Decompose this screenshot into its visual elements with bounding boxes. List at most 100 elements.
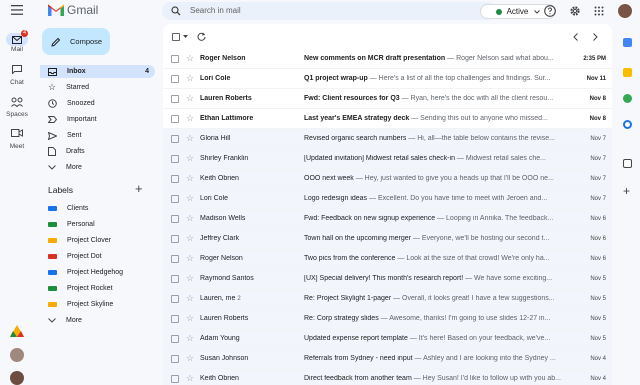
gear-icon[interactable] [569, 5, 581, 17]
label-item[interactable]: Project Skyline [40, 298, 155, 311]
star-icon[interactable]: ☆ [186, 373, 194, 384]
nav-item-snoozed[interactable]: Snoozed [40, 97, 155, 110]
nav-item-starred[interactable]: ☆ Starred [40, 81, 155, 94]
email-date: Nov 4 [590, 355, 606, 362]
row-checkbox[interactable] [171, 234, 179, 243]
row-checkbox[interactable] [171, 134, 179, 143]
row-checkbox[interactable] [171, 154, 179, 163]
star-icon[interactable]: ☆ [186, 273, 194, 284]
keep-icon[interactable] [623, 68, 632, 77]
star-icon[interactable]: ☆ [186, 93, 194, 104]
star-icon[interactable]: ☆ [186, 173, 194, 184]
nav-item-more[interactable]: More [40, 161, 155, 174]
star-icon[interactable]: ☆ [186, 53, 194, 64]
rail-chat[interactable]: Chat [0, 65, 34, 86]
label-item[interactable]: Personal [40, 218, 155, 231]
refresh-icon[interactable] [197, 32, 206, 41]
nav-label: Sent [67, 132, 82, 139]
table-row[interactable]: ☆ Roger Nelson Two pics from the conferenc… [163, 249, 612, 269]
table-row[interactable]: ☆ Keith Obrien OOO next week — Hey, just w… [163, 169, 612, 189]
star-icon[interactable]: ☆ [186, 353, 194, 364]
avatar [10, 371, 24, 385]
user-avatar-rail[interactable] [0, 348, 34, 362]
label-item[interactable]: Project Hedgehog [40, 266, 155, 279]
rail-mail[interactable]: 4 Mail [0, 30, 34, 53]
star-icon[interactable]: ☆ [186, 73, 194, 84]
table-row[interactable]: ☆ Lori Cole Logo redesign ideas — Excellen… [163, 189, 612, 209]
label-item[interactable]: Project Dot [40, 250, 155, 263]
row-checkbox[interactable] [171, 274, 179, 283]
table-row[interactable]: ☆ Jeffrey Clark Town hall on the upcoming … [163, 229, 612, 249]
search-bar[interactable]: Search in mail [162, 2, 496, 20]
star-icon[interactable]: ☆ [186, 233, 194, 244]
rail-meet[interactable]: Meet [0, 129, 34, 150]
phone-icon[interactable] [623, 94, 632, 103]
select-all-checkbox[interactable] [172, 33, 180, 41]
label-item[interactable]: Project Clover [40, 234, 155, 247]
row-checkbox[interactable] [171, 194, 179, 203]
row-checkbox[interactable] [171, 94, 179, 103]
table-row[interactable]: ☆ Lori Cole Q1 project wrap-up — Here's a … [163, 69, 612, 89]
search-input[interactable]: Search in mail [190, 6, 241, 15]
star-icon[interactable]: ☆ [186, 333, 194, 344]
table-row[interactable]: ☆ Madison Wells Fwd: Feedback on new signu… [163, 209, 612, 229]
label-item[interactable]: Project Rocket [40, 282, 155, 295]
row-checkbox[interactable] [171, 54, 179, 63]
apps-grid-icon[interactable] [594, 6, 604, 16]
row-checkbox[interactable] [171, 314, 179, 323]
workspace-logo[interactable] [0, 325, 34, 339]
row-checkbox[interactable] [171, 214, 179, 223]
calendar-icon[interactable] [623, 38, 632, 47]
addons-icon[interactable] [623, 159, 632, 168]
add-label-button[interactable]: + [135, 181, 143, 196]
tasks-icon[interactable] [623, 120, 632, 129]
star-icon[interactable]: ☆ [186, 153, 194, 164]
row-checkbox[interactable] [171, 334, 179, 343]
chevron-left-icon[interactable] [573, 33, 578, 41]
mail-icon: 4 [6, 30, 28, 46]
table-row[interactable]: ☆ Keith Obrien Direct feedback from anothe… [163, 369, 612, 385]
star-icon[interactable]: ☆ [186, 293, 194, 304]
table-row[interactable]: ☆ Shirley Franklin [Updated invitation] Mi… [163, 149, 612, 169]
table-row[interactable]: ☆ Adam Young Updated expense report templa… [163, 329, 612, 349]
chevron-right-icon[interactable] [593, 33, 598, 41]
table-row[interactable]: ☆ Ethan Lattimore Last year's EMEA strateg… [163, 109, 612, 129]
table-row[interactable]: ☆ Roger Nelson New comments on MCR draft p… [163, 49, 612, 69]
row-checkbox[interactable] [171, 74, 179, 83]
row-checkbox[interactable] [171, 174, 179, 183]
row-checkbox[interactable] [171, 254, 179, 263]
row-checkbox[interactable] [171, 374, 179, 383]
nav-item-important[interactable]: Important [40, 113, 155, 126]
spaces-icon [7, 97, 27, 111]
row-checkbox[interactable] [171, 354, 179, 363]
star-icon[interactable]: ☆ [186, 193, 194, 204]
star-icon[interactable]: ☆ [186, 133, 194, 144]
user-avatar-rail-2[interactable] [0, 371, 34, 385]
chevron-down-icon[interactable] [183, 35, 188, 38]
table-row[interactable]: ☆ Lauren Roberts Re: Corp strategy slides … [163, 309, 612, 329]
star-icon[interactable]: ☆ [186, 213, 194, 224]
nav-item-inbox[interactable]: Inbox 4 [40, 65, 155, 78]
star-icon[interactable]: ☆ [186, 113, 194, 124]
table-row[interactable]: ☆ Lauren Roberts Fwd: Client resources for… [163, 89, 612, 109]
add-addon-button[interactable]: + [623, 184, 630, 198]
table-row[interactable]: ☆ Susan Johnson Referrals from Sydney - ne… [163, 349, 612, 369]
row-checkbox[interactable] [171, 114, 179, 123]
rail-spaces[interactable]: Spaces [0, 97, 34, 118]
table-row[interactable]: ☆ Gloria Hill Revised organic search numbe… [163, 129, 612, 149]
label-item[interactable]: Clients [40, 202, 155, 215]
table-row[interactable]: ☆ Raymond Santos [UX] Special delivery! Th… [163, 269, 612, 289]
compose-button[interactable]: Compose [42, 28, 110, 55]
table-row[interactable]: ☆ Lauren, me 2 Re: Project Skylight 1-page… [163, 289, 612, 309]
nav-item-sent[interactable]: Sent [40, 129, 155, 142]
nav-item-drafts[interactable]: Drafts [40, 145, 155, 158]
help-icon[interactable] [544, 5, 556, 17]
star-icon[interactable]: ☆ [186, 253, 194, 264]
gmail-logo[interactable]: Gmail [48, 3, 98, 17]
account-avatar[interactable] [617, 3, 633, 19]
main-menu-button[interactable] [0, 5, 34, 17]
star-icon[interactable]: ☆ [186, 313, 194, 324]
email-date: Nov 11 [586, 75, 606, 82]
labels-more[interactable]: More [40, 314, 155, 327]
row-checkbox[interactable] [171, 294, 179, 303]
